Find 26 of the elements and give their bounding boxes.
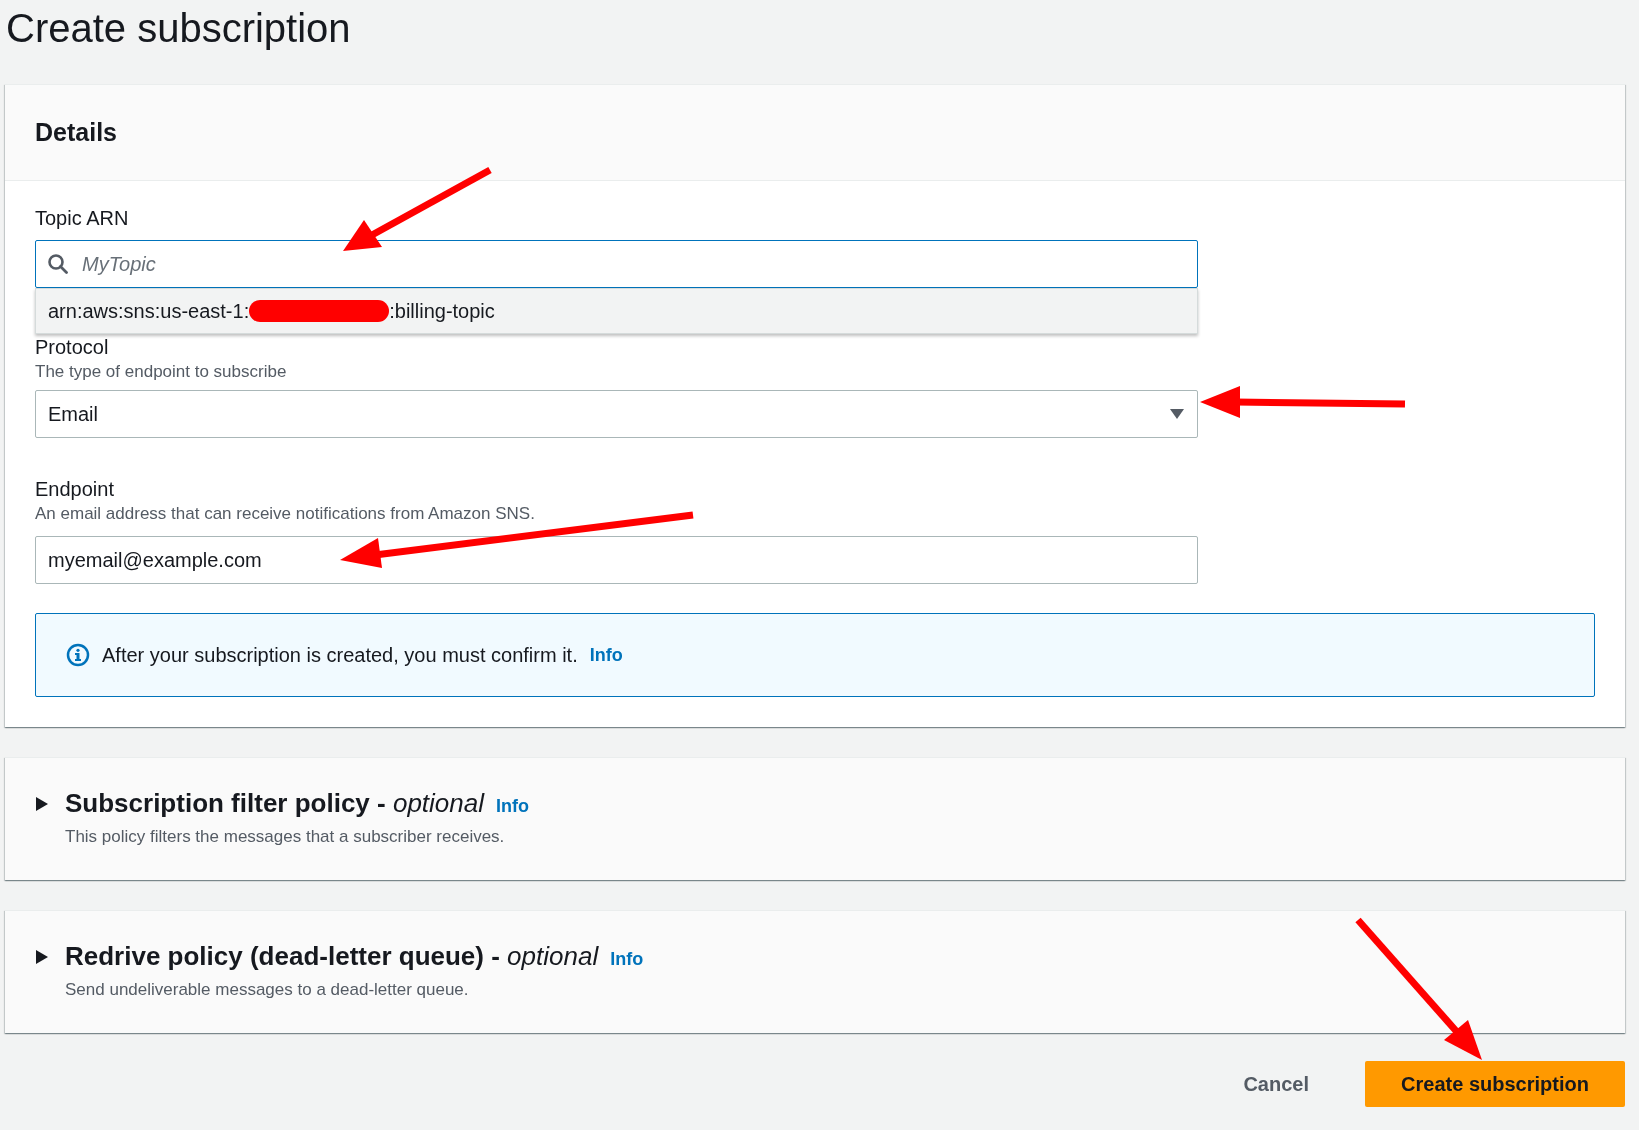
alert-text: After your subscription is created, you must confirm it. xyxy=(102,643,578,667)
section-description: This policy filters the messages that a subscriber receives. xyxy=(65,827,506,847)
caret-icon xyxy=(1169,408,1185,420)
field-description: An email address that can receive notifications from Amazon SNS. xyxy=(35,504,536,524)
field-label: Protocol xyxy=(35,336,110,359)
info-icon xyxy=(66,643,90,667)
dropdown-menu[interactable]: arn:aws:sns:us-east-1: :billing-topic xyxy=(35,288,1198,334)
field-label: Endpoint xyxy=(35,478,115,501)
field-description: The type of endpoint to subscribe xyxy=(35,362,288,382)
info-link[interactable]: Info xyxy=(589,644,623,666)
create-button[interactable]: Create subscription xyxy=(1365,1061,1625,1107)
caret-icon[interactable] xyxy=(35,948,49,965)
section-description: Send undeliverable messages to a dead-letter queue. xyxy=(65,980,470,1000)
panel-title: Details xyxy=(35,118,117,147)
info-link[interactable]: Info xyxy=(610,949,644,970)
page-title: Create subscription xyxy=(5,5,351,52)
field-label: Topic ARN xyxy=(35,207,130,230)
caret-icon[interactable] xyxy=(35,795,49,812)
section-title: Redrive policy (dead-letter queue) - optional xyxy=(65,941,599,972)
search-field[interactable]: MyTopic xyxy=(35,240,1198,288)
search-icon xyxy=(48,254,68,274)
section-title: Subscription filter policy - optional xyxy=(65,788,484,819)
info-link[interactable]: Info xyxy=(496,796,529,817)
endpoint-field[interactable]: myemail@example.com xyxy=(35,536,1198,584)
protocol-select[interactable]: Email xyxy=(35,390,1198,438)
cancel-button[interactable]: Cancel xyxy=(1237,1071,1315,1097)
